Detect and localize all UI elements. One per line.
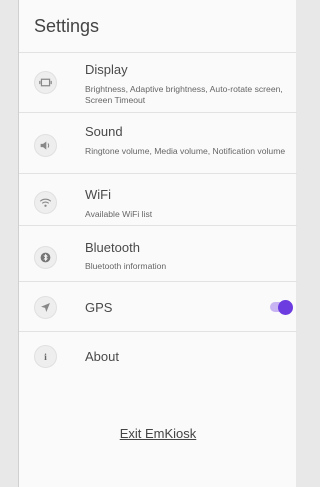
bluetooth-icon (34, 246, 57, 269)
sound-icon (34, 134, 57, 157)
gps-title: GPS (85, 300, 113, 315)
page-title: Settings (19, 0, 296, 53)
toggle-thumb (278, 299, 293, 315)
settings-item-gps[interactable]: GPS (19, 282, 297, 332)
sound-description: Ringtone volume, Media volume, Notificat… (85, 146, 286, 156)
info-icon: i (34, 345, 57, 368)
wifi-title: WiFi (85, 187, 111, 202)
exit-emkiosk-link[interactable]: Exit EmKiosk (19, 426, 297, 441)
settings-item-bluetooth[interactable]: Bluetooth Bluetooth information (19, 226, 297, 282)
wifi-icon (34, 191, 57, 214)
gps-toggle[interactable] (270, 299, 293, 315)
sound-title: Sound (85, 124, 123, 139)
settings-item-sound[interactable]: Sound Ringtone volume, Media volume, Not… (19, 113, 297, 174)
display-title: Display (85, 62, 128, 77)
bluetooth-title: Bluetooth (85, 240, 140, 255)
wifi-description: Available WiFi list (85, 209, 153, 219)
display-description: Brightness, Adaptive brightness, Auto-ro… (85, 84, 283, 105)
bluetooth-description: Bluetooth information (85, 261, 167, 271)
display-icon (34, 71, 57, 94)
settings-item-display[interactable]: Display Brightness, Adaptive brightness,… (19, 52, 297, 113)
about-title: About (85, 349, 119, 364)
settings-item-wifi[interactable]: WiFi Available WiFi list (19, 174, 297, 226)
svg-text:i: i (44, 352, 47, 363)
settings-panel: Settings Display Brightness, Adaptive br… (18, 0, 297, 487)
settings-item-about[interactable]: i About (19, 332, 297, 381)
location-icon (34, 296, 57, 319)
